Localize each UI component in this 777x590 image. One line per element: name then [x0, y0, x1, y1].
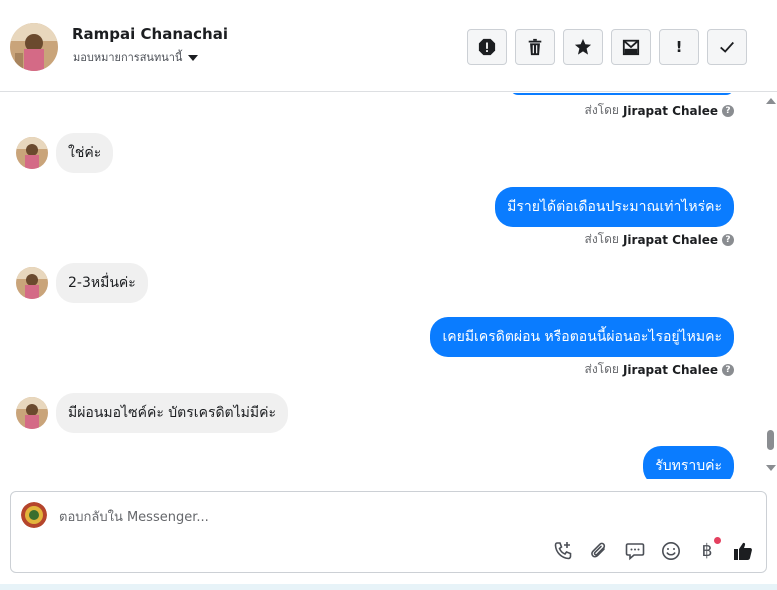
sender-name: Jirapat Chalee	[622, 103, 718, 118]
message-bubble-outgoing: รับทราบค่ะ	[643, 446, 734, 479]
report-spam-icon	[478, 38, 496, 56]
conversation-header: Rampai Chanachai มอบหมายการสนทนานี้ !	[0, 0, 777, 92]
important-icon: !	[675, 38, 683, 56]
caret-down-icon	[188, 54, 199, 61]
like-button[interactable]	[732, 540, 754, 562]
delete-button[interactable]	[515, 29, 555, 65]
star-icon	[574, 38, 592, 55]
trash-icon	[528, 38, 542, 56]
help-icon[interactable]: ?	[722, 233, 734, 246]
assign-label: มอบหมายการสนทนานี้	[73, 51, 183, 64]
message-row-incoming: 2-3หมื่นค่ะ	[16, 263, 148, 303]
message-bubble-outgoing: เคยมีเครดิตผ่อน หรือตอนนี้ผ่อนอะไรอยู่ไห…	[430, 317, 734, 357]
message-bubble-outgoing: มีรายได้ต่อเดือนประมาณเท่าไหร่คะ	[495, 187, 734, 227]
attach-button[interactable]	[588, 540, 610, 562]
message-row-incoming: มีผ่อนมอไซค์ค่ะ บัตรเครดิตไม่มีค่ะ	[16, 393, 289, 433]
scrollbar-thumb[interactable]	[767, 430, 774, 450]
notification-dot	[714, 537, 721, 544]
important-button[interactable]: !	[659, 29, 699, 65]
message-row-incoming: ใช่ค่ะ	[16, 133, 114, 173]
paperclip-icon	[591, 542, 606, 558]
thread-scrollbar[interactable]	[764, 93, 777, 479]
star-button[interactable]	[563, 29, 603, 65]
smiley-icon	[662, 542, 680, 560]
message-bubble-incoming: มีผ่อนมอไซค์ค่ะ บัตรเครดิตไม่มีค่ะ	[56, 393, 289, 433]
contact-avatar-small	[16, 267, 48, 299]
sent-by-label: ส่งโดย Jirapat Chalee ?	[585, 360, 734, 379]
contact-avatar[interactable]	[10, 23, 58, 71]
contact-name: Rampai Chanachai	[72, 25, 228, 43]
baht-icon: ฿	[701, 541, 713, 561]
message-bubble-outgoing-partial	[510, 93, 734, 95]
report-spam-button[interactable]	[467, 29, 507, 65]
scroll-up-arrow-icon[interactable]	[766, 98, 776, 104]
page-avatar	[21, 502, 47, 528]
contact-avatar-small	[16, 137, 48, 169]
sender-name: Jirapat Chalee	[622, 232, 718, 247]
mark-done-button[interactable]	[707, 29, 747, 65]
help-icon[interactable]: ?	[722, 363, 734, 376]
phone-add-icon	[554, 542, 572, 560]
emoji-button[interactable]	[660, 540, 682, 562]
message-thread[interactable]: ส่งโดย Jirapat Chalee ? ใช่ค่ะ มีรายได้ต…	[0, 93, 764, 479]
check-icon	[720, 41, 734, 53]
scroll-down-arrow-icon[interactable]	[766, 465, 776, 471]
reply-input[interactable]	[59, 507, 739, 527]
mark-unread-icon	[622, 39, 640, 56]
message-bubble-incoming: ใช่ค่ะ	[56, 133, 114, 173]
reply-composer: ฿	[10, 491, 767, 573]
help-icon[interactable]: ?	[722, 104, 734, 117]
call-button[interactable]	[552, 540, 574, 562]
message-bubble-incoming: 2-3หมื่นค่ะ	[56, 263, 148, 303]
footer-strip	[0, 584, 777, 590]
thumbs-up-icon	[734, 542, 752, 560]
sender-name: Jirapat Chalee	[622, 362, 718, 377]
saved-replies-button[interactable]	[624, 540, 646, 562]
sent-by-label: ส่งโดย Jirapat Chalee ?	[585, 101, 734, 120]
contact-avatar-small	[16, 397, 48, 429]
chat-bubble-icon	[625, 543, 645, 561]
mark-unread-button[interactable]	[611, 29, 651, 65]
conversation-actions: !	[467, 29, 747, 65]
messenger-inbox: Rampai Chanachai มอบหมายการสนทนานี้ ! ส่…	[0, 0, 777, 590]
payment-button[interactable]: ฿	[696, 537, 721, 562]
assign-conversation-dropdown[interactable]: มอบหมายการสนทนานี้	[73, 48, 199, 66]
sent-by-label: ส่งโดย Jirapat Chalee ?	[585, 230, 734, 249]
composer-tools: ฿	[552, 537, 754, 562]
